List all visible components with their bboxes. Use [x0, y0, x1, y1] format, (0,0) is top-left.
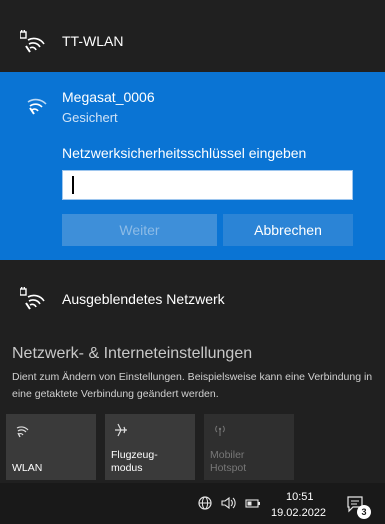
- battery-icon[interactable]: [245, 495, 261, 511]
- selected-network-panel: Megasat_0006 Gesichert Netzwerksicherhei…: [0, 72, 385, 260]
- wifi-secured-icon: [20, 287, 45, 310]
- selected-network-name: Megasat_0006: [62, 89, 155, 105]
- mobile-hotspot-tile[interactable]: Mobiler Hotspot: [204, 414, 294, 480]
- wifi-secured-icon: [20, 30, 45, 53]
- network-settings-link[interactable]: Netzwerk- & Interneteinstellungen: [12, 345, 252, 363]
- text-caret: [72, 176, 74, 194]
- tile-label-line2: Hotspot: [210, 462, 247, 474]
- notification-count-badge: 3: [357, 505, 371, 519]
- clock-date[interactable]: 19.02.2022: [271, 507, 326, 519]
- taskbar: [0, 483, 385, 524]
- network-item-hidden[interactable]: Ausgeblendetes Netzwerk: [0, 267, 385, 327]
- security-key-input[interactable]: [62, 170, 353, 200]
- airplane-mode-tile[interactable]: Flugzeug- modus: [105, 414, 195, 480]
- network-settings-description: Dient zum Ändern von Einstellungen. Beis…: [12, 371, 373, 400]
- network-flyout: TT-WLAN Megasat_0006 Gesichert Netzwerks…: [0, 0, 385, 483]
- network-name: Ausgeblendetes Netzwerk: [62, 291, 225, 307]
- tile-label-line1: Mobiler: [210, 449, 245, 461]
- hotspot-icon: [215, 425, 225, 436]
- security-key-prompt: Netzwerksicherheitsschlüssel eingeben: [62, 145, 307, 161]
- volume-icon[interactable]: [220, 495, 238, 511]
- wlan-toggle-tile[interactable]: WLAN: [6, 414, 96, 480]
- network-globe-icon[interactable]: [197, 495, 213, 511]
- clock-time[interactable]: 10:51: [286, 491, 314, 503]
- tile-label: Mobiler Hotspot: [210, 449, 246, 475]
- tile-label-line2: modus: [111, 462, 143, 474]
- tile-label: WLAN: [12, 462, 43, 474]
- airplane-icon: [115, 423, 127, 437]
- network-item-tt-wlan[interactable]: TT-WLAN: [0, 10, 385, 70]
- wifi-icon: [27, 98, 47, 115]
- tile-label: Flugzeug- modus: [111, 449, 158, 475]
- wifi-icon: [16, 426, 29, 438]
- network-name: TT-WLAN: [62, 33, 124, 49]
- next-button[interactable]: Weiter: [62, 214, 217, 246]
- cancel-button[interactable]: Abbrechen: [223, 214, 353, 246]
- tile-label-line1: Flugzeug-: [111, 449, 158, 461]
- selected-network-status: Gesichert: [62, 110, 118, 125]
